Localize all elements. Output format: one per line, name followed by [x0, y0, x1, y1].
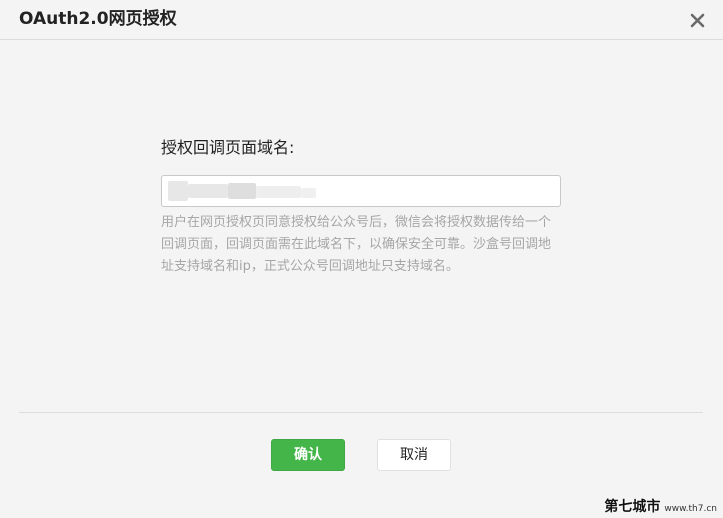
- footer-divider: [19, 412, 703, 413]
- callback-domain-label: 授权回调页面域名:: [161, 138, 295, 157]
- watermark-site-name: 第七城市: [604, 499, 661, 515]
- help-text: 用户在网页授权页同意授权给公众号后，微信会将授权数据传给一个回调页面，回调页面需…: [161, 215, 552, 274]
- callback-domain-field[interactable]: [161, 175, 561, 207]
- watermark-site-url: www.th7.cn: [664, 504, 717, 514]
- cancel-button[interactable]: 取消: [377, 439, 451, 471]
- dialog-header: OAuth2.0网页授权: [0, 0, 723, 40]
- close-icon[interactable]: [690, 13, 705, 28]
- confirm-button[interactable]: 确认: [271, 439, 345, 471]
- site-watermark: 第七城市 www.th7.cn: [604, 496, 717, 516]
- dialog-body: 授权回调页面域名: 用户在网页授权页同意授权给公众号后，微信会将授权数据传给一个…: [0, 41, 723, 413]
- callback-domain-input[interactable]: [162, 176, 560, 206]
- oauth-dialog: OAuth2.0网页授权 授权回调页面域名: 用户在网页授权页同意授权给公众号后…: [0, 0, 723, 518]
- dialog-title: OAuth2.0网页授权: [19, 9, 177, 29]
